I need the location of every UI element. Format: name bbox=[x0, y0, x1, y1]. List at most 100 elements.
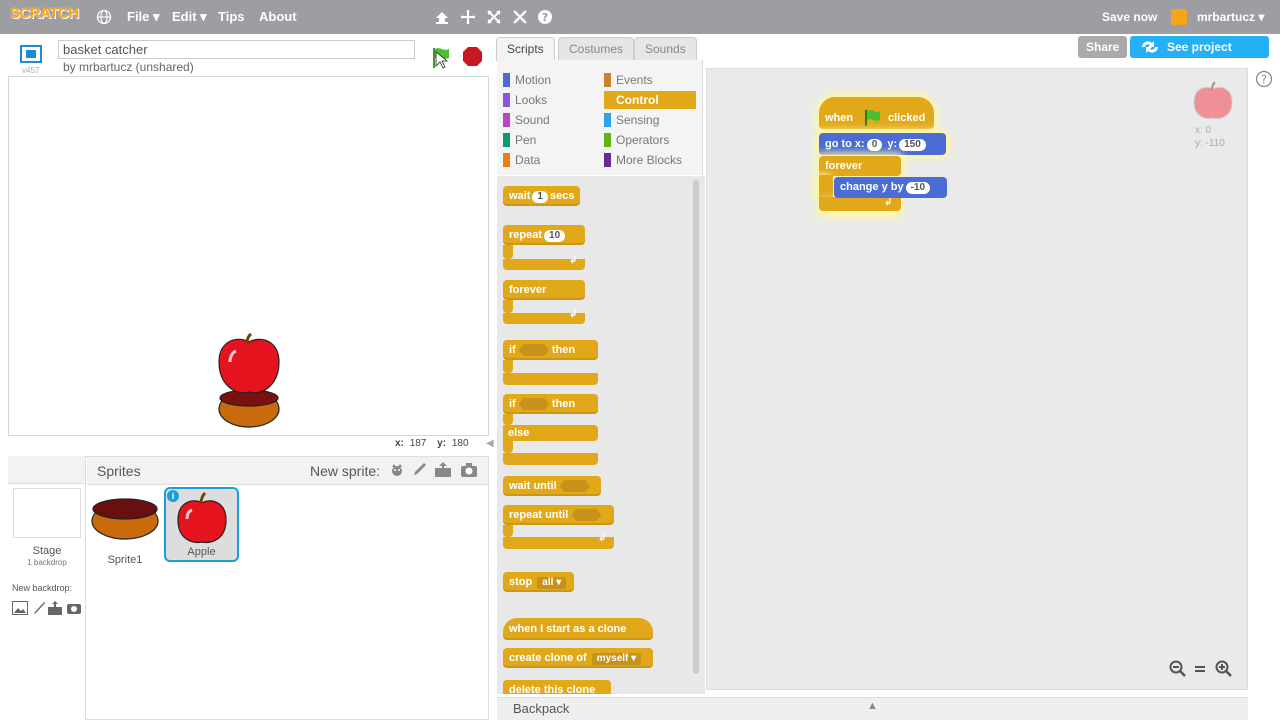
if-condition-slot[interactable] bbox=[518, 344, 549, 357]
stage-collapse-icon[interactable]: ◀ bbox=[486, 438, 494, 449]
shrink-icon[interactable] bbox=[512, 9, 528, 25]
category-operators[interactable]: Operators bbox=[604, 131, 669, 149]
goto-y-value[interactable]: 150 bbox=[899, 139, 926, 151]
help-icon[interactable]: ? bbox=[1255, 70, 1273, 88]
if-c-arm bbox=[503, 360, 513, 373]
sprite-tile-apple[interactable]: i Apple bbox=[164, 487, 239, 562]
tab-costumes[interactable]: Costumes bbox=[558, 37, 635, 61]
goto-label: go to x: bbox=[825, 138, 865, 150]
camera-backdrop-icon[interactable] bbox=[66, 601, 82, 615]
category-sensing[interactable]: Sensing bbox=[604, 111, 659, 129]
scripts-area[interactable]: when clicked go to x: 0 y: 150 forever ↲ c… bbox=[706, 68, 1248, 690]
sensing-color-bar bbox=[604, 113, 611, 127]
block-forever[interactable]: forever bbox=[503, 280, 585, 300]
category-more-blocks[interactable]: More Blocks bbox=[604, 151, 682, 169]
forever-c-arm bbox=[503, 300, 513, 313]
motion-color-bar bbox=[503, 73, 510, 87]
block-wait-secs[interactable]: wait 1 secs bbox=[503, 186, 581, 206]
block-forever-script[interactable]: forever bbox=[819, 156, 901, 176]
block-repeat-until[interactable]: repeat until bbox=[503, 505, 614, 525]
menu-bar: SCRATCH File ▾ Edit ▾ Tips About ? Save … bbox=[0, 0, 1280, 34]
tab-sounds[interactable]: Sounds bbox=[634, 37, 697, 61]
zoom-out-icon[interactable] bbox=[1169, 660, 1187, 678]
when-clone-label: when I start as a clone bbox=[509, 623, 627, 635]
block-stop[interactable]: stop all ▾ bbox=[503, 572, 575, 592]
avatar[interactable] bbox=[1171, 9, 1187, 25]
category-sound[interactable]: Sound bbox=[503, 111, 550, 129]
camera-sprite-icon[interactable] bbox=[460, 462, 478, 478]
zoom-in-icon[interactable] bbox=[1215, 660, 1233, 678]
paint-backdrop-icon[interactable] bbox=[32, 601, 46, 615]
category-looks-label: Looks bbox=[515, 93, 548, 107]
project-title-input[interactable]: basket catcher bbox=[58, 40, 415, 59]
file-menu[interactable]: File ▾ bbox=[127, 9, 160, 25]
block-wait-until[interactable]: wait until bbox=[503, 476, 601, 496]
user-menu[interactable]: mrbartucz ▾ bbox=[1197, 10, 1264, 24]
block-change-y[interactable]: change y by -10 bbox=[834, 177, 947, 198]
category-motion[interactable]: Motion bbox=[503, 71, 551, 89]
duplicate-icon[interactable] bbox=[434, 9, 450, 25]
globe-icon[interactable] bbox=[96, 9, 112, 25]
goto-x-value[interactable]: 0 bbox=[866, 139, 883, 151]
stage-sprites bbox=[218, 332, 280, 428]
paint-sprite-icon[interactable] bbox=[411, 462, 427, 478]
sprite-library-icon[interactable] bbox=[389, 462, 405, 478]
category-sensing-label: Sensing bbox=[616, 113, 660, 127]
tips-menu[interactable]: Tips bbox=[218, 9, 245, 24]
repeat-until-slot[interactable] bbox=[571, 509, 602, 522]
green-flag-icon[interactable] bbox=[430, 46, 450, 69]
block-create-clone[interactable]: create clone of myself ▾ bbox=[503, 648, 653, 668]
share-button[interactable]: Share bbox=[1078, 36, 1128, 58]
grow-icon[interactable] bbox=[486, 9, 502, 25]
stop-icon[interactable] bbox=[462, 46, 483, 67]
fullscreen-icon[interactable] bbox=[17, 43, 45, 65]
category-events[interactable]: Events bbox=[604, 71, 653, 89]
category-pen[interactable]: Pen bbox=[503, 131, 536, 149]
upload-sprite-icon[interactable] bbox=[434, 462, 452, 478]
change-y-value[interactable]: -10 bbox=[905, 182, 931, 194]
tab-scripts[interactable]: Scripts bbox=[496, 37, 555, 61]
help-icon[interactable]: ? bbox=[537, 9, 553, 25]
save-now-link[interactable]: Save now bbox=[1102, 10, 1157, 24]
zoom-reset-icon[interactable] bbox=[1193, 660, 1207, 678]
script-forever-label: forever bbox=[825, 160, 863, 172]
category-data[interactable]: Data bbox=[503, 151, 540, 169]
stage-thumbnail[interactable] bbox=[13, 488, 81, 538]
if-else-condition-slot[interactable] bbox=[518, 398, 549, 411]
edit-menu[interactable]: Edit ▾ bbox=[172, 9, 207, 25]
block-when-start-clone[interactable]: when I start as a clone bbox=[503, 618, 653, 640]
block-repeat[interactable]: repeat 10 bbox=[503, 225, 585, 245]
backpack-bar[interactable]: Backpack ▲ bbox=[497, 697, 1248, 720]
category-sound-label: Sound bbox=[515, 113, 550, 127]
create-clone-dropdown[interactable]: myself ▾ bbox=[591, 653, 642, 665]
cut-icon[interactable] bbox=[460, 9, 476, 25]
wait-until-slot[interactable] bbox=[559, 480, 590, 493]
block-if-else[interactable]: if then bbox=[503, 394, 598, 414]
repeat-value[interactable]: 10 bbox=[544, 230, 566, 242]
stage-backdrop-count: 1 backdrop bbox=[27, 558, 67, 567]
sprite-tile-sprite1[interactable]: Sprite1 bbox=[89, 489, 161, 566]
scratch-logo[interactable]: SCRATCH bbox=[10, 5, 79, 29]
category-looks[interactable]: Looks bbox=[503, 91, 547, 109]
backpack-expand-icon[interactable]: ▲ bbox=[867, 700, 878, 712]
if-else-then-label: then bbox=[551, 398, 576, 410]
upload-backdrop-icon[interactable] bbox=[47, 601, 63, 615]
about-menu[interactable]: About bbox=[259, 9, 297, 24]
category-list: Motion Looks Sound Pen Data Events Contr… bbox=[497, 60, 703, 175]
stop-label: stop bbox=[509, 576, 533, 588]
backdrop-library-icon[interactable] bbox=[12, 601, 28, 615]
see-project-page-button[interactable]: See project page bbox=[1130, 36, 1269, 76]
if-else-c-arm bbox=[503, 414, 513, 425]
else-c-arm bbox=[503, 441, 513, 453]
block-delete-clone[interactable]: delete this clone bbox=[503, 680, 611, 694]
loop-arrow-icon: ↲ bbox=[569, 255, 578, 266]
sprites-header bbox=[87, 457, 488, 485]
stage-canvas[interactable] bbox=[8, 76, 489, 436]
hat-when-flag-clicked[interactable]: when clicked bbox=[819, 97, 934, 129]
category-control[interactable]: Control bbox=[604, 91, 696, 109]
stop-dropdown[interactable]: all ▾ bbox=[537, 577, 567, 589]
block-if-then[interactable]: if then bbox=[503, 340, 598, 360]
block-go-to-xy[interactable]: go to x: 0 y: 150 bbox=[819, 133, 946, 155]
palette-scrollbar[interactable] bbox=[693, 180, 699, 674]
wait-value[interactable]: 1 bbox=[532, 191, 548, 203]
